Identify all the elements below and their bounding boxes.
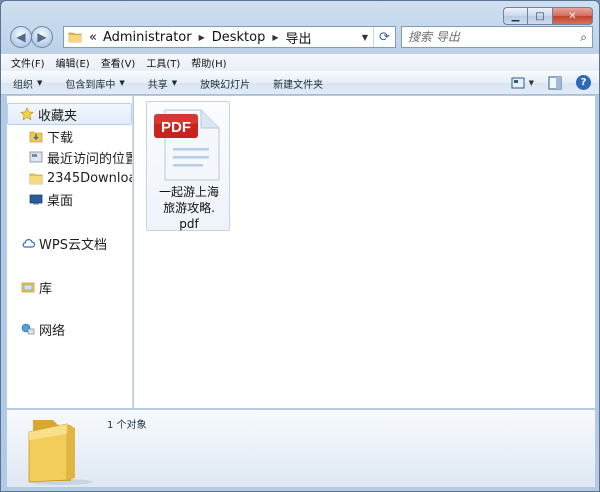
file-list[interactable]: PDF 一起游上海 旅游攻略. pdf xyxy=(134,96,595,408)
navigation-pane: 收藏夹 下载 最近访问的位置 2345Downloads xyxy=(7,96,133,408)
pdf-badge-label: PDF xyxy=(161,119,191,136)
help-icon[interactable]: ? xyxy=(576,75,591,90)
forward-button[interactable]: ▶ xyxy=(31,26,53,48)
file-name-line: 旅游攻略. xyxy=(163,201,215,215)
file-item[interactable]: PDF 一起游上海 旅游攻略. pdf xyxy=(146,101,230,231)
forward-arrow-icon: ▶ xyxy=(37,30,47,44)
chevron-down-icon: ▼ xyxy=(171,79,178,87)
nav-item-2345downloads[interactable]: 2345Downloads xyxy=(29,168,132,188)
slideshow-button[interactable]: 放映幻灯片 xyxy=(200,76,250,91)
file-name-line: pdf xyxy=(179,217,199,231)
network-icon xyxy=(21,323,35,335)
file-name-line: 一起游上海 xyxy=(158,185,219,199)
minimize-button[interactable]: ▁ xyxy=(503,7,528,25)
desktop-icon xyxy=(29,194,43,205)
include-in-library-label: 包含到库中 xyxy=(65,79,116,91)
caption-buttons: ▁ □ ✕ xyxy=(503,7,593,25)
nav-item-downloads[interactable]: 下载 xyxy=(29,126,73,146)
organize-label: 组织 xyxy=(13,79,33,91)
nav-libraries-label: 库 xyxy=(39,281,53,297)
nav-item-desktop[interactable]: 桌面 xyxy=(29,189,73,209)
nav-wps-cloud[interactable]: WPS云文档 xyxy=(7,232,107,254)
chevron-down-icon: ▼ xyxy=(37,79,43,87)
folder-large-icon xyxy=(28,420,93,485)
share-label: 共享 xyxy=(147,79,168,91)
download-folder-icon xyxy=(29,131,43,143)
preview-pane-icon[interactable] xyxy=(548,76,562,90)
menu-tools[interactable]: 工具(T) xyxy=(146,55,180,70)
file-name: 一起游上海 旅游攻略. pdf xyxy=(147,184,231,232)
breadcrumb-desktop[interactable]: Desktop xyxy=(212,30,266,45)
include-in-library-button[interactable]: 包含到库中 ▼ xyxy=(65,76,124,91)
maximize-button[interactable]: □ xyxy=(528,7,553,25)
search-input[interactable] xyxy=(408,30,558,44)
refresh-icon[interactable]: ⟳ xyxy=(373,27,395,47)
chevron-right-icon[interactable]: ▶ xyxy=(272,33,278,42)
breadcrumb-overflow[interactable]: « xyxy=(89,30,97,45)
nav-item-downloads-label: 下载 xyxy=(47,130,74,146)
menu-help[interactable]: 帮助(H) xyxy=(191,55,226,70)
nav-item-2345downloads-label: 2345Downloads xyxy=(47,170,132,186)
magnifier-icon[interactable]: ⌕ xyxy=(580,30,587,45)
star-icon xyxy=(20,107,34,121)
breadcrumb-export[interactable]: 导出 xyxy=(286,28,312,47)
explorer-window: ▁ □ ✕ ◀ ▶ « Administrator ▶ Desktop ▶ 导出… xyxy=(0,0,600,492)
back-button[interactable]: ◀ xyxy=(10,26,32,48)
view-dropdown-icon[interactable]: ▼ xyxy=(529,79,534,87)
pdf-file-icon: PDF xyxy=(154,109,220,181)
nav-network-label: 网络 xyxy=(39,323,66,339)
view-options-icon[interactable] xyxy=(511,77,525,89)
close-button[interactable]: ✕ xyxy=(553,7,593,25)
nav-libraries[interactable]: 库 xyxy=(7,276,52,298)
chevron-right-icon[interactable]: ▶ xyxy=(199,33,205,42)
menu-edit[interactable]: 编辑(E) xyxy=(56,55,90,70)
cloud-icon xyxy=(22,239,35,248)
menu-file[interactable]: 文件(F) xyxy=(11,55,45,70)
new-folder-button[interactable]: 新建文件夹 xyxy=(273,76,323,91)
address-dropdown-icon[interactable]: ▼ xyxy=(357,33,373,42)
item-count: 1 个对象 xyxy=(107,420,147,431)
folder-icon xyxy=(29,173,43,185)
new-folder-label: 新建文件夹 xyxy=(273,79,324,91)
menu-bar: 文件(F) 编辑(E) 查看(V) 工具(T) 帮助(H) xyxy=(1,53,599,71)
nav-item-recent-places-label: 最近访问的位置 xyxy=(47,151,133,167)
nav-favorites-label: 收藏夹 xyxy=(38,108,78,124)
organize-button[interactable]: 组织 ▼ xyxy=(13,76,42,91)
nav-network[interactable]: 网络 xyxy=(7,318,65,340)
command-bar: 组织 ▼ 包含到库中 ▼ 共享 ▼ 放映幻灯片 新建文件夹 ▼ ? xyxy=(1,71,599,95)
library-icon xyxy=(21,282,35,293)
details-pane: 1 个对象 xyxy=(7,409,595,487)
nav-favorites[interactable]: 收藏夹 xyxy=(7,103,132,125)
chevron-down-icon: ▼ xyxy=(119,79,125,87)
view-controls: ▼ ? xyxy=(511,75,591,90)
slideshow-label: 放映幻灯片 xyxy=(200,79,251,91)
recent-places-icon xyxy=(29,151,43,163)
folder-icon xyxy=(68,32,82,43)
nav-item-desktop-label: 桌面 xyxy=(47,193,74,209)
nav-wps-cloud-label: WPS云文档 xyxy=(39,237,107,253)
nav-item-recent-places[interactable]: 最近访问的位置 xyxy=(29,147,133,167)
breadcrumb-administrator[interactable]: Administrator xyxy=(103,30,192,45)
back-arrow-icon: ◀ xyxy=(16,30,26,44)
menu-view[interactable]: 查看(V) xyxy=(101,55,136,70)
share-button[interactable]: 共享 ▼ xyxy=(148,76,177,91)
address-bar[interactable]: « Administrator ▶ Desktop ▶ 导出 ▼ ⟳ xyxy=(63,26,396,48)
search-box[interactable]: ⌕ xyxy=(401,26,593,48)
